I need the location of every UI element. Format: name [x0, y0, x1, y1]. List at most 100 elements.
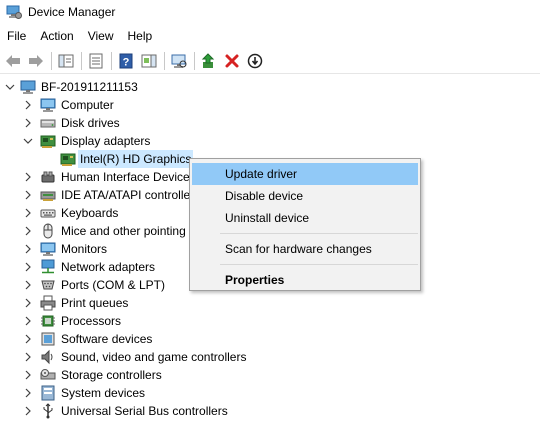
toolbar-separator [51, 51, 52, 70]
toolbar: ? [0, 48, 540, 74]
processor-icon [40, 313, 56, 329]
tree-item-label: Display adapters [61, 134, 151, 148]
tree-item-label: Mice and other pointing [61, 224, 186, 238]
tree-item-label: IDE ATA/ATAPI controller [61, 188, 195, 202]
tree-item-label: Software devices [61, 332, 153, 346]
software-device-icon [40, 331, 56, 347]
menu-bar: File Action View Help [0, 26, 159, 46]
toolbar-separator [164, 51, 165, 70]
tree-item-label: Ports (COM & LPT) [61, 278, 166, 292]
chevron-right-icon[interactable] [23, 118, 33, 128]
chevron-right-icon[interactable] [23, 370, 33, 380]
chevron-right-icon[interactable] [23, 190, 33, 200]
chevron-right-icon[interactable] [23, 172, 33, 182]
svg-text:?: ? [123, 56, 130, 68]
chevron-right-icon[interactable] [23, 316, 33, 326]
menu-separator [220, 233, 418, 234]
computer-icon [40, 97, 56, 113]
tree-item-label: Computer [61, 98, 114, 112]
tree-item-label: Human Interface Device [61, 170, 190, 184]
context-menu-properties[interactable]: Properties [192, 269, 418, 291]
back-icon[interactable] [2, 50, 24, 72]
tree-category[interactable]: Sound, video and game controllers [0, 348, 540, 366]
usb-icon [40, 403, 56, 419]
display-adapter-icon [60, 151, 76, 167]
tree-category[interactable]: System devices [0, 384, 540, 402]
device-manager-icon [6, 4, 22, 20]
tree-item-label: Processors [61, 314, 122, 328]
context-menu-scan-for-hardware-changes[interactable]: Scan for hardware changes [192, 238, 418, 260]
title-bar: Device Manager [0, 0, 540, 24]
tree-item-label: Keyboards [61, 206, 119, 220]
tree-item-label: Sound, video and game controllers [61, 350, 247, 364]
tree-item-label: Storage controllers [61, 368, 162, 382]
tree-category[interactable]: Processors [0, 312, 540, 330]
menu-view[interactable]: View [81, 26, 121, 46]
tree-item-label: BF-201911211153 [41, 80, 138, 94]
scan-hardware-icon[interactable] [168, 50, 190, 72]
tree-category[interactable]: Disk drives [0, 114, 540, 132]
show-hide-console-tree-icon[interactable] [55, 50, 77, 72]
toolbar-separator [81, 51, 82, 70]
storage-controller-icon [40, 367, 56, 383]
forward-icon[interactable] [25, 50, 47, 72]
menu-help[interactable]: Help [121, 26, 160, 46]
chevron-right-icon[interactable] [23, 388, 33, 398]
tree-category[interactable]: Computer [0, 96, 540, 114]
display-adapter-icon [40, 133, 56, 149]
ide-controller-icon [40, 187, 56, 203]
tree-category[interactable]: Display adapters [0, 132, 540, 150]
chevron-down-icon[interactable] [23, 136, 33, 146]
tree-category[interactable]: Storage controllers [0, 366, 540, 384]
menu-file[interactable]: File [0, 26, 33, 46]
chevron-right-icon[interactable] [23, 352, 33, 362]
tree-category[interactable]: Software devices [0, 330, 540, 348]
mouse-icon [40, 223, 56, 239]
chevron-right-icon[interactable] [23, 280, 33, 290]
monitor-icon [40, 241, 56, 257]
chevron-right-icon[interactable] [23, 262, 33, 272]
tree-item-label: Intel(R) HD Graphics [78, 150, 194, 168]
disable-device-icon[interactable] [244, 50, 266, 72]
help-icon[interactable]: ? [115, 50, 137, 72]
context-menu-disable-device[interactable]: Disable device [192, 185, 418, 207]
tree-category[interactable]: Universal Serial Bus controllers [0, 402, 540, 420]
chevron-down-icon[interactable] [5, 82, 15, 92]
tree-category[interactable]: Print queues [0, 294, 540, 312]
context-menu: Update driver Disable device Uninstall dev… [189, 158, 421, 291]
tree-item-label: Network adapters [61, 260, 156, 274]
window-title: Device Manager [28, 5, 116, 19]
sound-icon [40, 349, 56, 365]
chevron-right-icon[interactable] [23, 244, 33, 254]
root-computer-icon [20, 79, 36, 95]
tree-item-label: Monitors [61, 242, 108, 256]
hid-icon [40, 169, 56, 185]
toolbar-separator [111, 51, 112, 70]
tree-item-label: Disk drives [61, 116, 120, 130]
chevron-right-icon[interactable] [23, 334, 33, 344]
context-menu-update-driver[interactable]: Update driver [192, 163, 418, 185]
printer-icon [40, 295, 56, 311]
disk-drive-icon [40, 115, 56, 131]
system-device-icon [40, 385, 56, 401]
network-adapter-icon [40, 259, 56, 275]
chevron-right-icon[interactable] [23, 208, 33, 218]
uninstall-device-icon[interactable] [221, 50, 243, 72]
chevron-right-icon[interactable] [23, 226, 33, 236]
tree-item-label: Print queues [61, 296, 129, 310]
menu-separator [220, 264, 418, 265]
keyboard-icon [40, 205, 56, 221]
toolbar-separator [194, 51, 195, 70]
chevron-right-icon[interactable] [23, 100, 33, 110]
chevron-right-icon[interactable] [23, 406, 33, 416]
action-pane-icon[interactable] [138, 50, 160, 72]
update-driver-icon[interactable] [198, 50, 220, 72]
properties-icon[interactable] [85, 50, 107, 72]
tree-root[interactable]: BF-201911211153 [0, 78, 540, 96]
menu-action[interactable]: Action [33, 26, 80, 46]
port-icon [40, 277, 56, 293]
tree-item-label: Universal Serial Bus controllers [61, 404, 228, 418]
chevron-right-icon[interactable] [23, 298, 33, 308]
tree-item-label: System devices [61, 386, 146, 400]
context-menu-uninstall-device[interactable]: Uninstall device [192, 207, 418, 229]
